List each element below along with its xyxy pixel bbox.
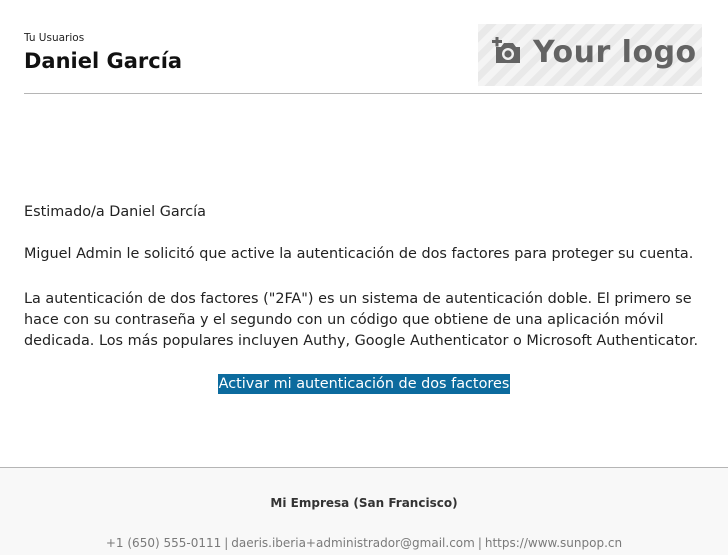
contact-separator: | — [477, 536, 482, 550]
user-name: Daniel García — [24, 49, 183, 73]
2fa-explanation-paragraph: La autenticación de dos factores ("2FA")… — [24, 291, 699, 349]
greeting-text: Estimado/a Daniel García — [24, 204, 206, 220]
contact-line: +1 (650) 555-0111 | daeris.iberia+administ… — [0, 536, 728, 550]
request-paragraph: Miguel Admin le solicitó que active la a… — [24, 246, 694, 262]
header-kicker: Tu Usuarios — [24, 32, 85, 44]
logo-text: Your logo — [533, 35, 697, 70]
company-logo: Your logo — [478, 24, 702, 86]
email-link[interactable]: daeris.iberia+administrador@gmail.com — [231, 536, 475, 550]
phone-link[interactable]: +1 (650) 555-0111 — [106, 536, 221, 550]
email-header: Tu Usuarios Daniel García Your logo — [24, 0, 702, 94]
contact-separator: | — [224, 536, 229, 550]
company-name: Mi Empresa (San Francisco) — [270, 496, 458, 510]
website-link[interactable]: https://www.sunpop.cn — [485, 536, 622, 550]
cta-row: Activar mi autenticación de dos factores — [0, 373, 728, 394]
activate-2fa-button[interactable]: Activar mi autenticación de dos factores — [217, 374, 511, 394]
camera-plus-icon — [492, 37, 520, 63]
